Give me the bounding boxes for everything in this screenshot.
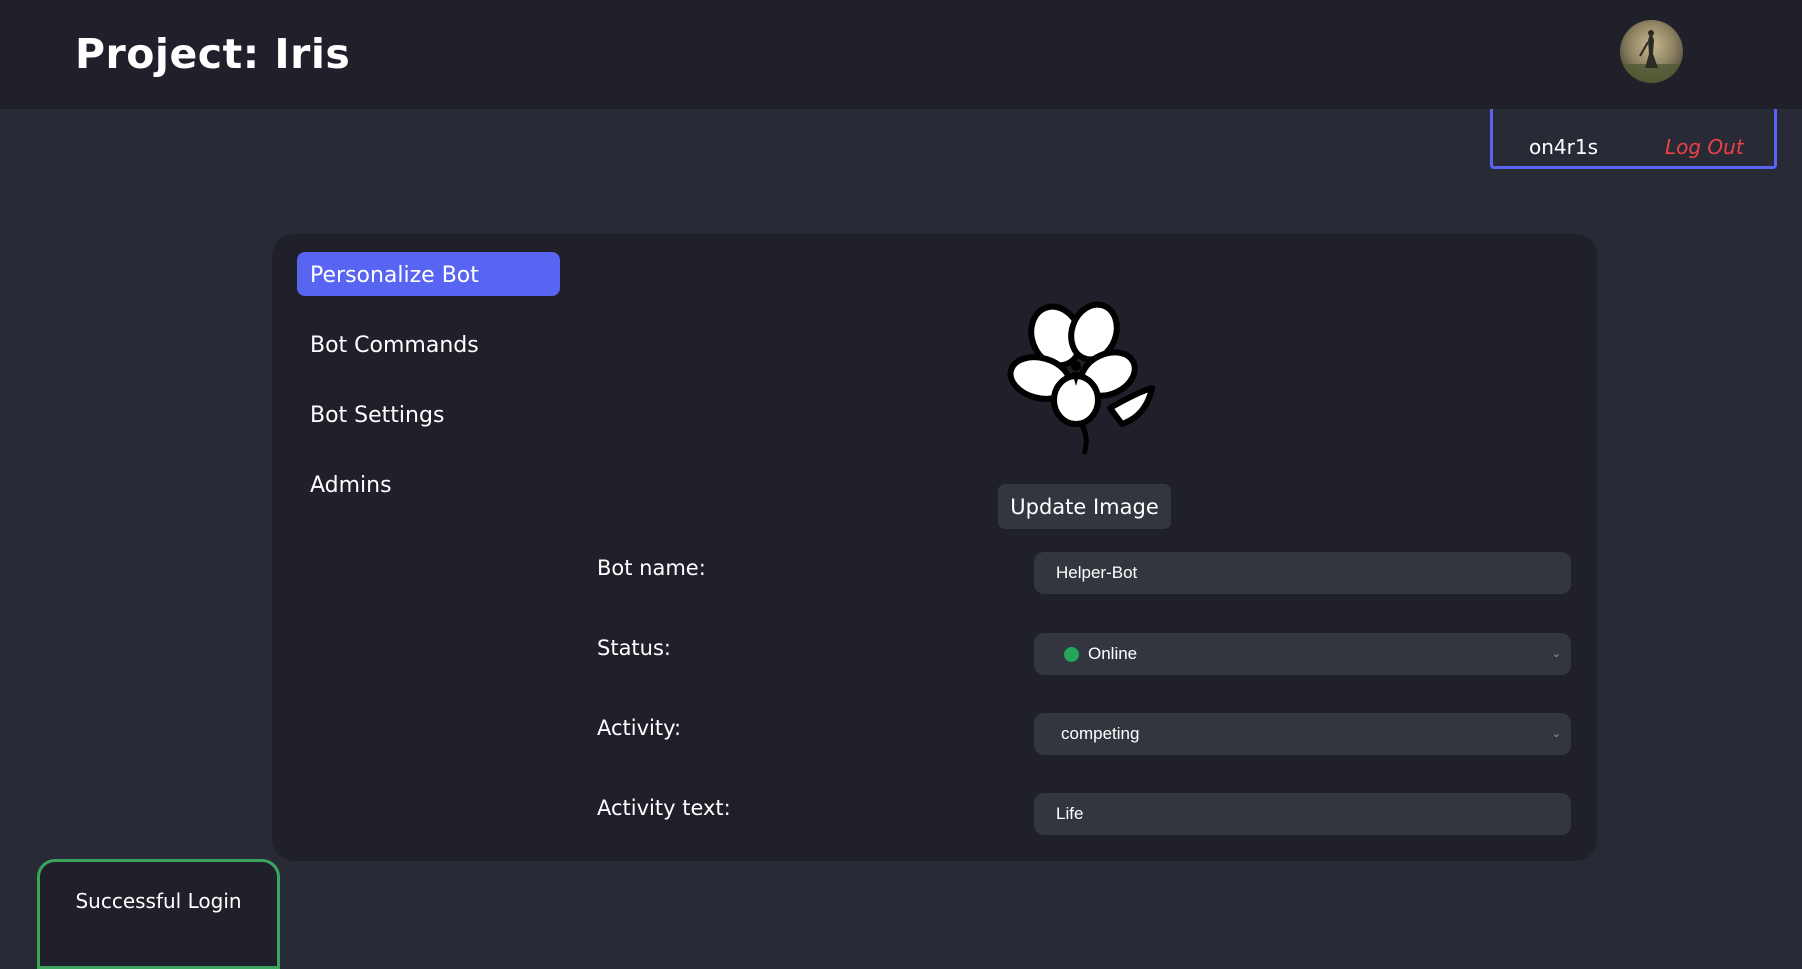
activity-select[interactable]: competing ⌄ (1034, 713, 1571, 755)
status-value: Online (1088, 644, 1138, 663)
bot-name-value: Helper-Bot (1056, 563, 1138, 582)
update-image-button[interactable]: Update Image (998, 484, 1171, 529)
nav-item-personalize-bot[interactable]: Personalize Bot (297, 252, 560, 296)
nav-item-admins[interactable]: Admins (297, 462, 560, 506)
bot-flower-icon (998, 296, 1168, 456)
top-bar: Project: Iris (0, 0, 1802, 109)
activity-text-label: Activity text: (597, 796, 731, 820)
username: on4r1s (1529, 135, 1599, 159)
app-title: Project: Iris (75, 30, 351, 78)
bot-settings-card: Personalize Bot Bot Commands Bot Setting… (272, 234, 1597, 861)
nav-item-bot-settings[interactable]: Bot Settings (297, 392, 560, 436)
user-panel: on4r1s Log Out (1490, 109, 1777, 169)
nav-item-bot-commands[interactable]: Bot Commands (297, 322, 560, 366)
online-status-dot-icon (1064, 646, 1079, 662)
activity-text-value: Life (1056, 804, 1084, 823)
status-label: Status: (597, 636, 671, 660)
bot-name-label: Bot name: (597, 556, 706, 580)
activity-value: competing (1061, 724, 1140, 743)
user-avatar-icon[interactable] (1620, 20, 1683, 83)
login-toast: Successful Login (37, 859, 280, 969)
logout-button[interactable]: Log Out (1665, 135, 1744, 159)
chevron-down-icon: ⌄ (1551, 728, 1561, 740)
toast-message: Successful Login (75, 889, 242, 913)
chevron-down-icon: ⌄ (1551, 648, 1561, 660)
activity-label: Activity: (597, 716, 682, 740)
status-select[interactable]: Online ⌄ (1034, 633, 1571, 675)
activity-text-input[interactable]: Life (1034, 793, 1571, 835)
bot-name-input[interactable]: Helper-Bot (1034, 552, 1571, 594)
